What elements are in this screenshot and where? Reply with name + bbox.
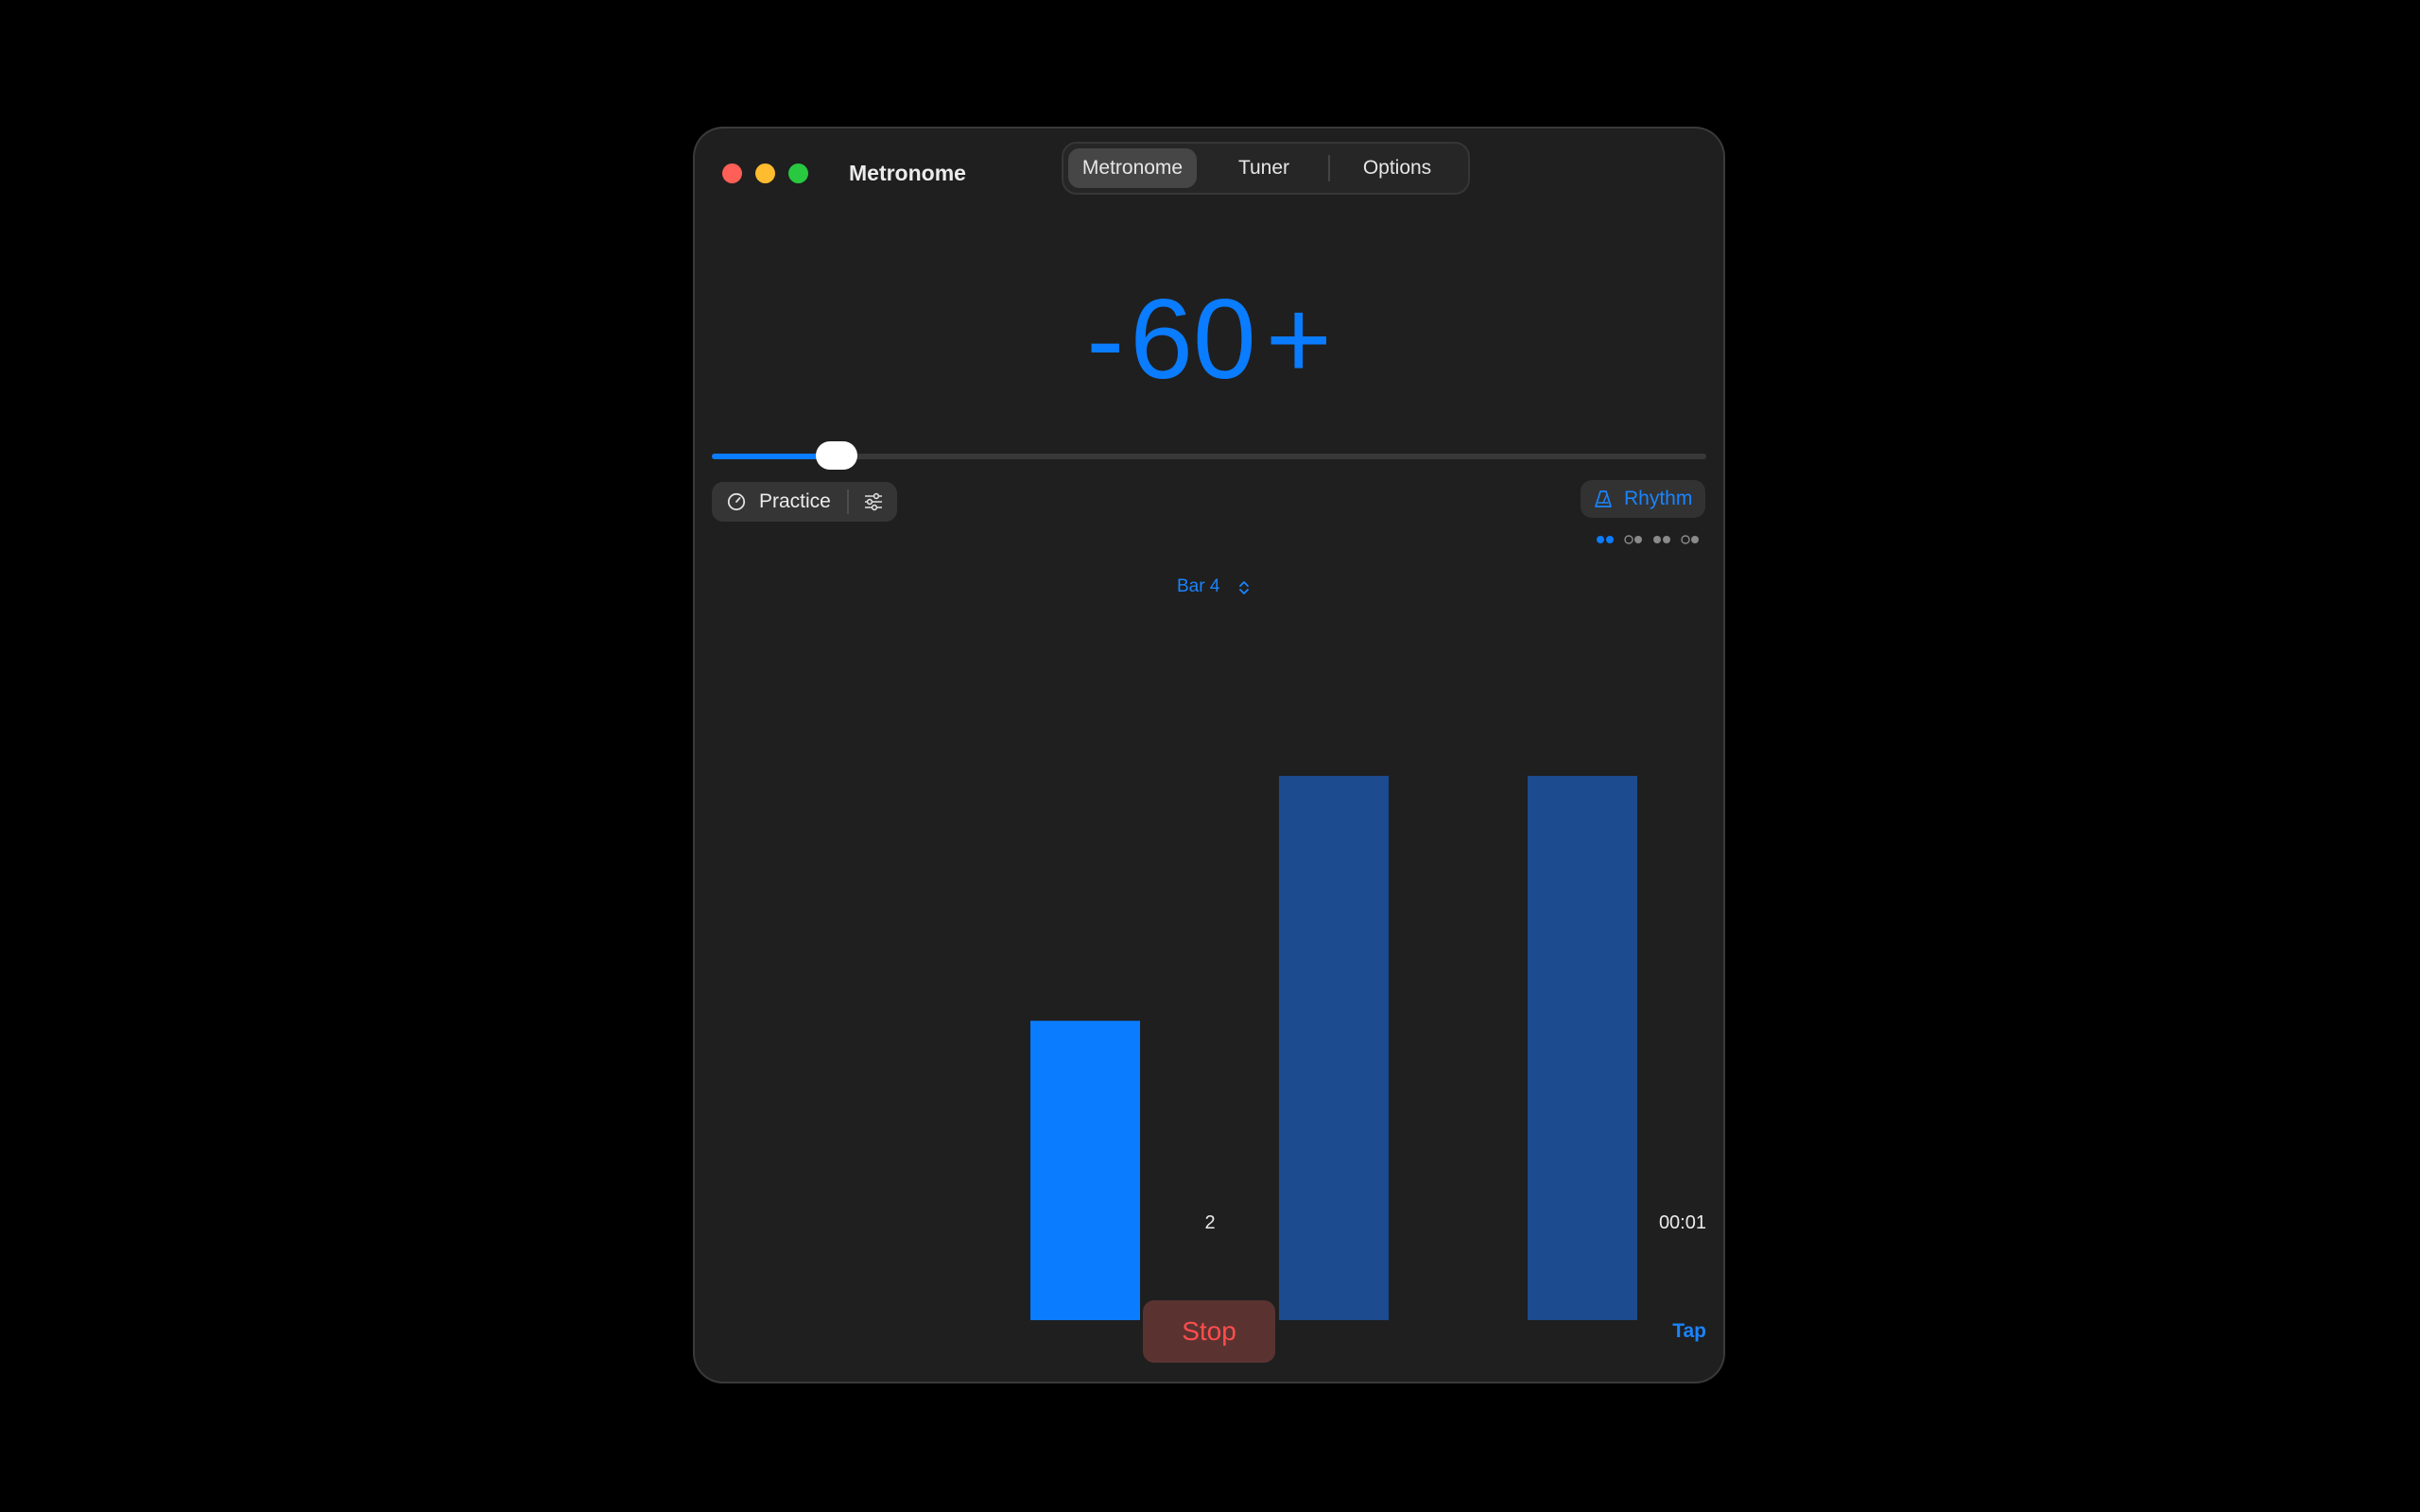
- tap-tempo-button[interactable]: Tap: [1650, 1317, 1706, 1346]
- bar-selector-label: Bar 4: [1177, 576, 1220, 596]
- close-window-button[interactable]: [722, 163, 742, 183]
- pattern-dot: [1624, 535, 1634, 544]
- beat-bar: [1279, 776, 1389, 1320]
- tab-options[interactable]: Options: [1331, 148, 1463, 188]
- pattern-dot: [1597, 536, 1604, 543]
- pattern-dot: [1653, 536, 1661, 543]
- maximize-window-button[interactable]: [788, 163, 808, 183]
- mode-tabs: Metronome Tuner Options: [1062, 142, 1470, 195]
- beat-level-chart: [1030, 776, 1637, 1320]
- tab-tuner[interactable]: Tuner: [1202, 148, 1325, 188]
- tempo-value: 60: [1130, 276, 1256, 403]
- up-down-chevron-icon: [1239, 581, 1249, 594]
- beat-bar: [1528, 776, 1637, 1320]
- rhythm-button[interactable]: Rhythm: [1581, 480, 1705, 518]
- tab-divider: [1328, 155, 1330, 181]
- pattern-dot: [1691, 536, 1699, 543]
- rhythm-pattern-indicator[interactable]: [1596, 533, 1709, 546]
- practice-label: Practice: [759, 490, 831, 512]
- practice-button[interactable]: Practice: [712, 482, 897, 522]
- stop-button[interactable]: Stop: [1143, 1300, 1275, 1363]
- tempo-display: -60+: [695, 268, 1723, 410]
- metronome-window: Metronome Metronome Tuner Options -60+ P…: [695, 129, 1723, 1382]
- tempo-slider-thumb[interactable]: [815, 441, 857, 470]
- pattern-dot: [1606, 536, 1614, 543]
- pattern-dot: [1663, 536, 1670, 543]
- beat-bar: [1030, 1021, 1140, 1320]
- elapsed-time: 00:01: [1658, 1212, 1706, 1233]
- window-title: Metronome: [849, 161, 966, 185]
- pattern-dot: [1681, 535, 1690, 544]
- sliders-icon[interactable]: [863, 492, 884, 511]
- metronome-icon: [1595, 490, 1612, 507]
- minimize-window-button[interactable]: [755, 163, 775, 183]
- current-beat-label: 2: [1204, 1212, 1216, 1233]
- tempo-slider[interactable]: [712, 441, 1706, 470]
- practice-divider: [847, 490, 849, 514]
- tab-metronome[interactable]: Metronome: [1068, 148, 1197, 188]
- rhythm-label: Rhythm: [1624, 488, 1693, 509]
- bar-selector[interactable]: Bar 4: [1177, 573, 1262, 601]
- decrease-tempo-button[interactable]: -: [1086, 268, 1124, 410]
- increase-tempo-button[interactable]: +: [1266, 268, 1332, 410]
- gauge-icon: [727, 492, 746, 511]
- pattern-dot: [1634, 536, 1642, 543]
